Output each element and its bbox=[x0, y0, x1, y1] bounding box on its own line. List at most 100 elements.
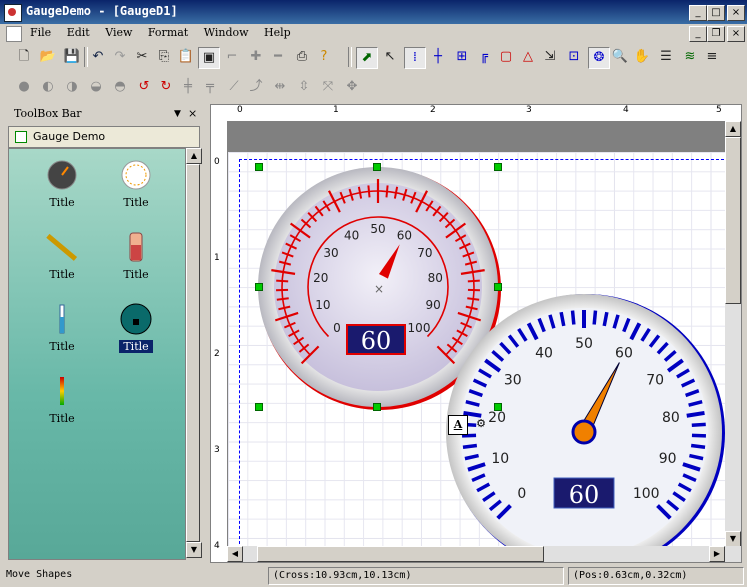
close-button[interactable]: × bbox=[727, 5, 745, 21]
stack-icon[interactable]: ≡ bbox=[702, 47, 722, 67]
mdi-restore-button[interactable]: ❐ bbox=[707, 26, 725, 42]
selection-handle[interactable] bbox=[494, 403, 502, 411]
toolbox-item-thermometer-gauge[interactable]: Title bbox=[29, 303, 95, 353]
align-icon[interactable]: ⊞ bbox=[452, 47, 472, 67]
move-icon[interactable]: ⇲ bbox=[540, 47, 560, 67]
toolbox-item-dark-gauge[interactable]: Title bbox=[29, 159, 95, 209]
selection-handle[interactable] bbox=[494, 163, 502, 171]
new-icon[interactable]: 🗋 bbox=[14, 47, 34, 67]
selection-handle[interactable] bbox=[373, 403, 381, 411]
bound-icon[interactable]: ⊡ bbox=[564, 47, 584, 67]
toolbox-list: Title Title Title Title Title Title Titl… bbox=[8, 148, 186, 560]
curve-icon[interactable]: ⤴ bbox=[246, 77, 266, 97]
light-gauge-icon bbox=[121, 160, 151, 190]
document-icon[interactable] bbox=[6, 26, 22, 42]
zoom-out-icon[interactable]: ━ bbox=[268, 47, 288, 67]
selection-handle[interactable] bbox=[255, 163, 263, 171]
rotate-icon[interactable]: ❂ bbox=[588, 47, 610, 69]
frame-icon[interactable]: ▣ bbox=[198, 47, 220, 69]
round-gauge-icon bbox=[120, 303, 152, 335]
mdi-close-button[interactable]: × bbox=[727, 26, 745, 42]
app-icon[interactable] bbox=[4, 4, 22, 22]
canvas-horizontal-scrollbar[interactable]: ◀ ▶ bbox=[227, 546, 741, 562]
undo-icon[interactable]: ↶ bbox=[88, 47, 108, 67]
v-center-icon[interactable]: ╤ bbox=[200, 77, 220, 97]
scroll-left-icon[interactable]: ◀ bbox=[227, 546, 243, 562]
snap-icon[interactable]: ┼ bbox=[428, 47, 448, 67]
selection-handle[interactable] bbox=[494, 283, 502, 291]
toolbox-tab[interactable]: Gauge Demo bbox=[8, 126, 200, 148]
toolbox-item-bar-gauge[interactable]: Title bbox=[29, 375, 95, 425]
union-icon[interactable]: ● bbox=[14, 77, 34, 97]
combine-icon[interactable]: ◒ bbox=[86, 77, 106, 97]
scroll-down-icon[interactable]: ▼ bbox=[186, 542, 202, 558]
ruler-label: 4 bbox=[623, 105, 629, 115]
toolbox-item-light-gauge[interactable]: Title bbox=[103, 159, 169, 209]
rotate-left-icon[interactable]: ↺ bbox=[134, 77, 154, 97]
minimize-button[interactable]: _ bbox=[689, 5, 707, 21]
menu-view[interactable]: View bbox=[99, 24, 138, 42]
text-edit-icon[interactable]: A bbox=[448, 415, 468, 435]
space-v-icon[interactable]: ⇳ bbox=[294, 77, 314, 97]
properties-icon[interactable]: ☰ bbox=[656, 47, 676, 67]
selection-handle[interactable] bbox=[255, 283, 263, 291]
toolbox-dropdown-icon[interactable]: ▼ bbox=[174, 104, 181, 124]
help-icon[interactable]: ? bbox=[314, 47, 334, 67]
hand-icon[interactable]: ✋ bbox=[632, 47, 652, 67]
toolbox-close-icon[interactable]: × bbox=[188, 104, 197, 124]
layers-icon[interactable]: ≋ bbox=[680, 47, 700, 67]
save-icon[interactable]: 💾 bbox=[62, 47, 82, 67]
pointer-icon[interactable]: ↖ bbox=[380, 47, 400, 67]
toolbox-scroll-thumb[interactable] bbox=[186, 164, 200, 542]
redo-icon[interactable]: ↷ bbox=[110, 47, 130, 67]
canvas-vscroll-thumb[interactable] bbox=[725, 137, 741, 304]
scroll-down-icon[interactable]: ▼ bbox=[725, 531, 741, 547]
cut-icon[interactable]: ✂ bbox=[132, 47, 152, 67]
menu-file[interactable]: File bbox=[24, 24, 57, 42]
copy-icon[interactable]: ⎘ bbox=[154, 47, 174, 67]
toolbox-scrollbar[interactable]: ▲ ▼ bbox=[186, 148, 202, 558]
canvas-hscroll-thumb[interactable] bbox=[257, 546, 544, 562]
grid-icon[interactable]: ⁞ bbox=[404, 47, 426, 69]
selection-handle[interactable] bbox=[255, 403, 263, 411]
gauge-tick-label: 10 bbox=[315, 298, 330, 312]
canvas-vertical-scrollbar[interactable]: ▲ ▼ bbox=[725, 121, 741, 547]
selection-handle[interactable] bbox=[373, 163, 381, 171]
group-icon[interactable]: ✥ bbox=[342, 77, 362, 97]
menu-help[interactable]: Help bbox=[258, 24, 297, 42]
zoom-in-icon[interactable]: ✚ bbox=[246, 47, 266, 67]
scroll-right-icon[interactable]: ▶ bbox=[709, 546, 725, 562]
rect-icon[interactable]: ▢ bbox=[496, 47, 516, 67]
mdi-minimize-button[interactable]: _ bbox=[689, 26, 707, 42]
scroll-up-icon[interactable]: ▲ bbox=[186, 148, 202, 164]
menu-window[interactable]: Window bbox=[198, 24, 255, 42]
scroll-up-icon[interactable]: ▲ bbox=[725, 121, 741, 137]
drawing-canvas[interactable]: 0 1 2 3 4 5 0 1 2 3 4 0 10 20 30 40 50 60 70 80 9… bbox=[210, 104, 742, 563]
print-icon[interactable]: ⎙ bbox=[292, 47, 312, 67]
rotate-right-icon[interactable]: ↻ bbox=[156, 77, 176, 97]
gauge-minor-tick bbox=[570, 310, 576, 325]
toolbox-item-ruler-gauge[interactable]: Title bbox=[29, 231, 95, 281]
menu-format[interactable]: Format bbox=[142, 24, 194, 42]
toolbox-item-cylinder-gauge[interactable]: Title bbox=[103, 231, 169, 281]
intersect-icon[interactable]: ◐ bbox=[38, 77, 58, 97]
paste-icon[interactable]: 📋 bbox=[176, 47, 196, 67]
toolbox-item-round-button-gauge[interactable]: Title bbox=[103, 303, 169, 353]
format-icon[interactable]: ⚙ bbox=[471, 415, 491, 433]
fragment-icon[interactable]: ◓ bbox=[110, 77, 130, 97]
connect-icon[interactable]: ╔ bbox=[474, 47, 494, 67]
open-icon[interactable]: 📂 bbox=[38, 47, 58, 67]
subtract-icon[interactable]: ◑ bbox=[62, 77, 82, 97]
format-painter-icon[interactable]: ⌐ bbox=[222, 47, 242, 67]
triangle-icon[interactable]: △ bbox=[518, 47, 538, 67]
select-tool-icon[interactable]: ⬈ bbox=[356, 47, 378, 69]
toolbox-panel: ToolBox Bar ▼ × Gauge Demo Title Title T… bbox=[4, 104, 202, 562]
maximize-button[interactable]: □ bbox=[707, 5, 725, 21]
space-h-icon[interactable]: ⇹ bbox=[270, 77, 290, 97]
zoom-icon[interactable]: 🔍 bbox=[610, 47, 630, 67]
status-cross: (Cross:10.93cm,10.13cm) bbox=[268, 567, 564, 585]
line-icon[interactable]: ⟋ bbox=[224, 77, 244, 97]
fit-icon[interactable]: ⤧ bbox=[318, 77, 338, 97]
h-center-icon[interactable]: ╪ bbox=[178, 77, 198, 97]
menu-edit[interactable]: Edit bbox=[61, 24, 96, 42]
